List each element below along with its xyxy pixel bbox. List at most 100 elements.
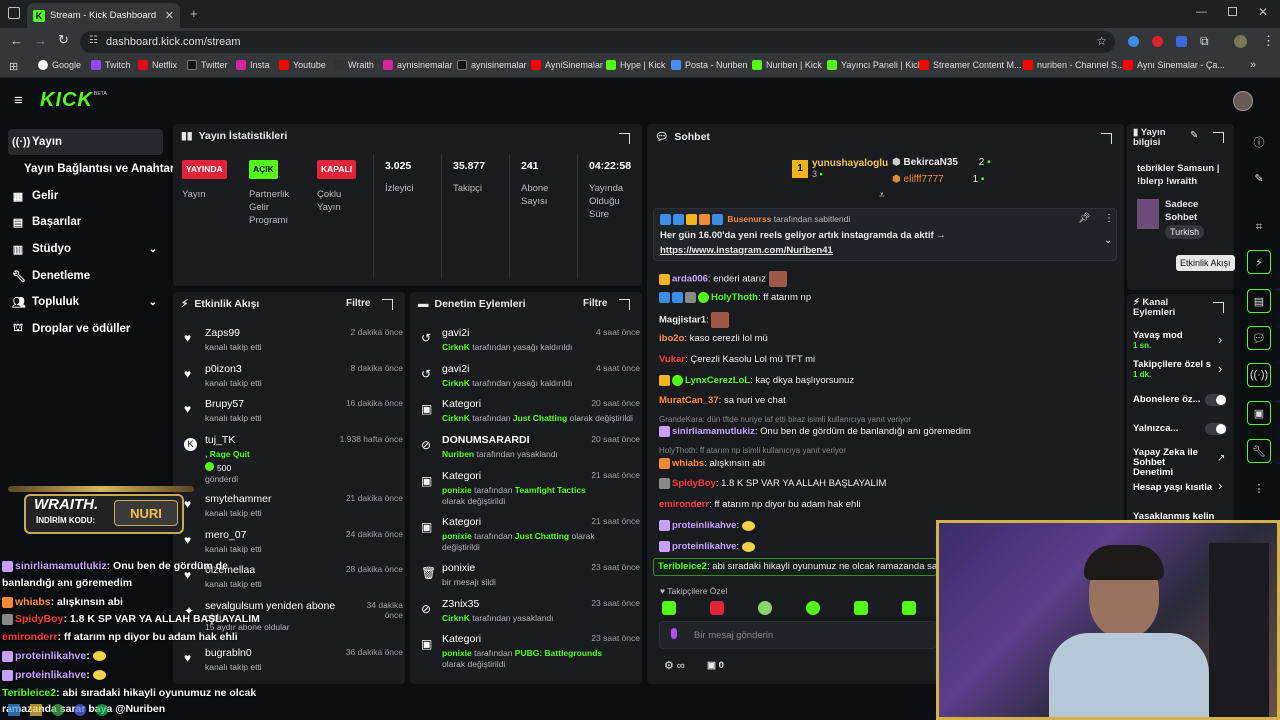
moderation-log-icon[interactable]: ▣ <box>1247 401 1271 425</box>
sidebar-item-gelir[interactable]: ▦ Gelir <box>8 183 163 209</box>
action-followers-only[interactable]: Takipçilere özel s1 dk. <box>1133 359 1213 379</box>
sidebar-item-topluluk[interactable]: 👥︎ Topluluk ⌄ <box>8 289 163 315</box>
discord-icon[interactable] <box>74 704 86 716</box>
bookmark-yayinci-paneli[interactable]: Yayıncı Paneli | Kick <box>827 60 922 70</box>
emote-icon[interactable] <box>710 601 724 615</box>
kick-logo[interactable]: KICK <box>40 89 93 112</box>
sidebar-item-yayin-baglantisi[interactable]: Yayın Bağlantısı ve Anahtarı <box>8 156 178 182</box>
emote-icon[interactable] <box>758 601 772 615</box>
bookmark-streamer-content[interactable]: Streamer Content M... <box>919 60 1022 70</box>
bookmark-nuriben-kick[interactable]: Nuriben | Kick <box>752 60 822 70</box>
bookmark-ayni-sinemalar[interactable]: Aynı Sinemalar - Ça... <box>1123 60 1225 70</box>
chat-settings-icon[interactable]: ⚙ ∞ <box>664 659 685 672</box>
emote-icon[interactable] <box>662 601 676 615</box>
expand-icon[interactable] <box>1213 132 1224 143</box>
broadcast-rail-icon[interactable]: ((·)) <box>1247 363 1271 387</box>
bookmark-twitch[interactable]: Twitch <box>91 60 131 70</box>
activity-feed-rail-icon[interactable]: ⚡︎ <box>1247 250 1271 274</box>
action-emotes-only[interactable]: Yalnızca... <box>1133 423 1178 434</box>
spotify-icon[interactable] <box>96 704 108 716</box>
wrench-rail-icon[interactable]: 🔧︎ <box>1247 439 1271 463</box>
edit-pencil-icon[interactable]: ✎ <box>1190 130 1198 141</box>
emote-icon[interactable] <box>806 601 820 615</box>
pinned-more-icon[interactable]: ⋮ <box>1104 213 1114 224</box>
chevron-right-icon[interactable]: › <box>1218 478 1222 493</box>
chat-rail-icon[interactable]: 💬︎ <box>1247 326 1271 350</box>
collapse-gifters-icon[interactable]: ⩡ <box>879 190 885 201</box>
bookmark-posta-nuriben[interactable]: Posta - Nuriben <box>671 60 748 70</box>
subscribers-only-toggle[interactable] <box>1205 394 1227 406</box>
chrome-icon[interactable] <box>52 704 64 716</box>
chevron-right-icon[interactable]: › <box>1218 361 1222 376</box>
bookmark-wraith[interactable]: Wraith <box>334 60 374 70</box>
sidebar-item-studyo[interactable]: ▥ Stüdyo ⌄ <box>8 236 163 262</box>
bookmark-star-icon[interactable]: ☆ <box>1096 34 1107 48</box>
bookmark-netflix[interactable]: Netflix <box>138 60 177 70</box>
document-icon[interactable]: ▤ <box>1247 289 1271 313</box>
browser-tab[interactable]: K Stream - Kick Dashboard ✕ <box>27 3 180 28</box>
extension-icon-1[interactable] <box>1128 36 1139 47</box>
extension-icon-3[interactable] <box>1176 36 1187 47</box>
emote-icon[interactable] <box>902 601 916 615</box>
sidebar-item-droplar[interactable]: ⛫ Droplar ve ödüller <box>8 316 163 342</box>
new-tab-icon[interactable]: + <box>190 6 198 21</box>
site-info-icon[interactable]: ☷ <box>89 35 98 46</box>
reload-icon[interactable]: ↻ <box>58 32 69 48</box>
action-slow-mode[interactable]: Yavaş mod 1 sn. <box>1133 330 1183 350</box>
sidebar-item-yayin[interactable]: ((·)) Yayın <box>8 129 163 155</box>
bookmark-youtube[interactable]: Youtube <box>279 60 326 70</box>
tab-search-icon[interactable] <box>8 7 20 19</box>
sidebar-item-denetleme[interactable]: 🔧︎ Denetleme <box>8 263 163 289</box>
bookmark-aynisinemalar-1[interactable]: aynisinemalar <box>383 60 453 70</box>
tab-close-icon[interactable]: ✕ <box>165 9 174 22</box>
bookmark-aynisinemalar-3[interactable]: AyniSinemalar <box>531 60 603 70</box>
expand-icon[interactable] <box>1101 133 1112 144</box>
emotes-only-toggle[interactable] <box>1205 423 1227 435</box>
pin-icon[interactable]: 📌︎ <box>1078 213 1091 224</box>
moderation-filter-button[interactable]: Filtre <box>583 298 607 309</box>
stream-tag[interactable]: Turkish <box>1165 225 1205 239</box>
action-ai-moderation[interactable]: Yapay Zeka ile Sohbet Denetimi <box>1133 448 1203 478</box>
url-input[interactable]: ☷ dashboard.kick.com/stream ☆ <box>80 31 1115 53</box>
window-close-icon[interactable]: ✕ <box>1258 5 1268 19</box>
file-explorer-icon[interactable] <box>30 704 42 716</box>
mic-icon[interactable] <box>671 628 677 639</box>
extension-icon-2[interactable] <box>1152 36 1163 47</box>
emote-icon[interactable] <box>854 601 868 615</box>
more-icon[interactable]: ⋮ <box>1247 476 1271 500</box>
expand-icon[interactable] <box>619 133 630 144</box>
bookmark-insta[interactable]: Insta <box>236 60 270 70</box>
extensions-puzzle-icon[interactable]: ⧉ <box>1200 34 1209 49</box>
forward-icon[interactable]: → <box>34 33 47 48</box>
action-account-age[interactable]: Hesap yaşı kısıtla <box>1133 482 1212 493</box>
pinned-expand-icon[interactable]: ⌄ <box>1104 235 1112 246</box>
bookmark-hype-kick[interactable]: Hype | Kick <box>606 60 665 70</box>
bookmark-aynisinemalar-2[interactable]: aynisinemalar <box>457 60 527 70</box>
windows-start-icon[interactable] <box>8 704 20 716</box>
bookmarks-overflow-icon[interactable]: » <box>1250 59 1256 71</box>
action-subscribers-only[interactable]: Abonelere öz... <box>1133 394 1201 405</box>
minimize-icon[interactable]: — <box>1196 6 1207 18</box>
chat-input[interactable]: Bir mesaj gönderin <box>659 621 937 649</box>
restore-icon[interactable] <box>1228 7 1237 16</box>
expand-icon[interactable] <box>382 299 393 310</box>
expand-icon[interactable] <box>619 299 630 310</box>
info-icon[interactable]: ⓘ <box>1247 130 1271 154</box>
bookmark-twitter[interactable]: Twitter <box>187 60 228 70</box>
external-link-icon[interactable]: ↗ <box>1217 453 1225 464</box>
hamburger-menu-icon[interactable]: ≡ <box>14 92 23 109</box>
chevron-right-icon[interactable]: › <box>1218 332 1222 347</box>
browser-menu-icon[interactable]: ⋮ <box>1262 33 1275 49</box>
user-avatar[interactable] <box>1233 91 1253 111</box>
activity-filter-button[interactable]: Filtre <box>346 298 370 309</box>
crop-icon[interactable]: ⌗ <box>1247 215 1271 239</box>
apps-grid-icon[interactable]: ⊞ <box>9 60 18 73</box>
edit-icon[interactable]: ✎ <box>1247 166 1271 190</box>
bookmark-nuriben-channel[interactable]: nuriben - Channel S... <box>1023 60 1125 70</box>
sidebar-item-basarilar[interactable]: ▤ Başarılar <box>8 209 163 235</box>
pinned-link[interactable]: https://www.instagram.com/Nuriben41 <box>660 245 833 256</box>
back-icon[interactable]: ← <box>10 33 23 48</box>
profile-avatar-icon[interactable] <box>1234 35 1247 48</box>
expand-icon[interactable] <box>1213 302 1224 313</box>
bookmark-google[interactable]: Google <box>38 60 81 70</box>
